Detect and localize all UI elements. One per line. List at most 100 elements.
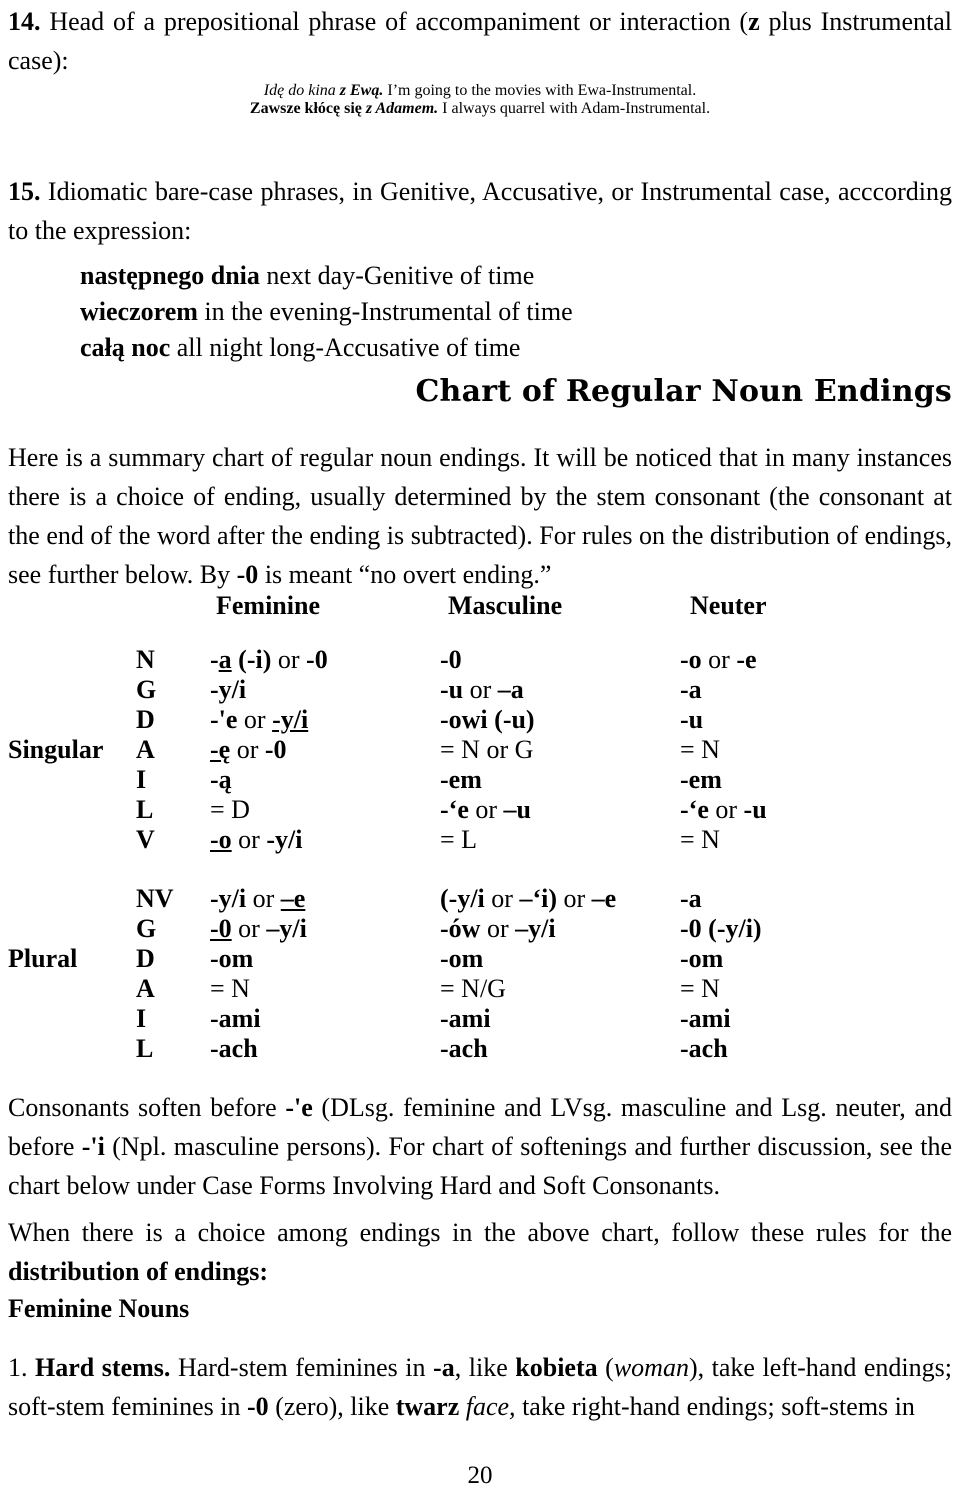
table-row: Plural D -om -om -om <box>8 944 910 974</box>
case-label: NV <box>136 884 174 913</box>
hard-stems-text-1: Hard-stem feminines in <box>170 1353 434 1382</box>
hard-stems-word-kobieta: kobieta <box>515 1353 598 1382</box>
table-row: V -o or -y/i = L = N <box>8 825 910 855</box>
chart-intro-paragraph: Here is a summary chart of regular noun … <box>8 438 952 594</box>
case-label: G <box>136 914 157 943</box>
cell-masculine: = L <box>440 825 478 854</box>
endings-table-singular: N -a (-i) or -0 -0 -o or -e G -y/i -u or… <box>8 645 910 855</box>
number-label-cell <box>8 795 136 825</box>
cell-feminine: -ą <box>210 765 232 794</box>
hard-stems-text-6: take right-hand endings; soft-stems in <box>515 1392 915 1421</box>
soften-text-3: (Npl. masculine persons). For chart of s… <box>8 1132 952 1200</box>
case-label: L <box>136 795 154 824</box>
cell-neuter: -ami <box>680 1004 731 1033</box>
example-polish-plain: Idę do kina <box>263 82 340 99</box>
cell-masculine: -0 <box>440 645 462 674</box>
cell-neuter: -a <box>680 675 702 704</box>
header-spacer <box>10 591 138 621</box>
cell-feminine: -o or -y/i <box>210 825 303 854</box>
case-label: I <box>136 765 147 794</box>
case-label: D <box>136 705 155 734</box>
number-label-cell <box>8 974 136 1004</box>
cell-neuter: -a <box>680 884 702 913</box>
number-label-cell <box>8 765 136 795</box>
hard-stems-gloss-face: face, <box>459 1392 516 1421</box>
case-label: L <box>136 1034 154 1063</box>
number-label-cell <box>8 705 136 735</box>
cell-feminine: -'e or -y/i <box>210 705 309 734</box>
table-row: G -y/i -u or –a -a <box>8 675 910 705</box>
cell-masculine: -ów or –y/i <box>440 914 556 943</box>
example-line: całą noc all night long-Accusative of ti… <box>80 330 960 366</box>
distribution-rules-paragraph: When there is a choice among endings in … <box>8 1213 952 1291</box>
case-label: I <box>136 1004 147 1033</box>
page-number: 20 <box>467 1462 493 1489</box>
cell-masculine: -ach <box>440 1034 488 1063</box>
cell-feminine: -y/i <box>210 675 247 704</box>
item-15-examples: następnego dnia next day-Genitive of tim… <box>80 258 960 366</box>
item-15-number: 15. <box>8 177 41 206</box>
example-gloss: next day-Genitive of time <box>259 261 535 290</box>
hard-stems-paragraph: 1. Hard stems. Hard-stem feminines in -a… <box>8 1348 952 1426</box>
chart-heading: Chart of Regular Noun Endings <box>415 374 952 409</box>
table-row: A = N = N/G = N <box>8 974 910 1004</box>
cell-feminine: -ach <box>210 1034 258 1063</box>
example-polish: całą noc <box>80 333 171 362</box>
cell-masculine: -owi (-u) <box>440 705 535 734</box>
cell-feminine: -0 or –y/i <box>210 914 307 943</box>
choice-text-bold: distribution of endings: <box>8 1257 269 1286</box>
example-line: następnego dnia next day-Genitive of tim… <box>80 258 960 294</box>
cell-feminine: -ami <box>210 1004 261 1033</box>
cell-feminine: -ę or -0 <box>210 735 287 764</box>
example-english: I’m going to the movies with Ewa-Instrum… <box>383 82 697 99</box>
cell-neuter: -o or -e <box>680 645 757 674</box>
cell-feminine: -a (-i) or -0 <box>210 645 328 674</box>
number-label-cell <box>8 914 136 944</box>
singular-group-label: Singular <box>8 735 104 764</box>
cell-masculine: -‘e or –u <box>440 795 531 824</box>
item-14-examples: Idę do kina z Ewą. I’m going to the movi… <box>8 82 952 118</box>
example-line: Idę do kina z Ewą. I’m going to the movi… <box>8 82 952 100</box>
cell-masculine: = N or G <box>440 735 534 764</box>
softening-note-paragraph: Consonants soften before -'e (DLsg. femi… <box>8 1088 952 1205</box>
case-label: A <box>136 735 155 764</box>
cell-masculine: -ami <box>440 1004 491 1033</box>
cell-neuter: -u <box>680 705 704 734</box>
cell-feminine: -om <box>210 944 254 973</box>
cell-neuter: -em <box>680 765 722 794</box>
case-label: D <box>136 944 155 973</box>
cell-neuter: -ach <box>680 1034 728 1063</box>
example-polish: wieczorem <box>80 297 198 326</box>
example-gloss: all night long-Accusative of time <box>170 333 521 362</box>
header-case-spacer <box>140 591 214 621</box>
cell-masculine: (-y/i or –‘i) or –e <box>440 884 617 913</box>
number-label-cell <box>8 675 136 705</box>
example-english: I always quarrel with Adam-Instrumental. <box>438 100 711 117</box>
case-label: N <box>136 645 155 674</box>
hard-stems-ending-a: -a <box>433 1353 455 1382</box>
cell-neuter: -om <box>680 944 724 973</box>
number-label-cell <box>8 825 136 855</box>
endings-table-plural: NV -y/i or –e (-y/i or –‘i) or –e -a G -… <box>8 884 910 1064</box>
cell-neuter: = N <box>680 735 720 764</box>
item-15-text: Idiomatic bare-case phrases, in Genitive… <box>8 177 953 245</box>
cell-feminine: -y/i or –e <box>210 884 306 913</box>
cell-feminine: = D <box>210 795 250 824</box>
hard-stems-word-twarz: twarz <box>395 1392 460 1421</box>
case-label: A <box>136 974 155 1003</box>
table-row: D -'e or -y/i -owi (-u) -u <box>8 705 910 735</box>
column-header-neuter: Neuter <box>690 591 767 620</box>
cell-masculine: -em <box>440 765 482 794</box>
soften-ending-e: -'e <box>285 1093 313 1122</box>
soften-ending-i: -'i <box>81 1132 105 1161</box>
example-polish: następnego dnia <box>80 261 260 290</box>
hard-stems-text-3: ( <box>597 1353 614 1382</box>
cell-neuter: -‘e or -u <box>680 795 767 824</box>
number-label-cell <box>8 645 136 675</box>
table-row: I -ą -em -em <box>8 765 910 795</box>
cell-masculine: -u or –a <box>440 675 524 704</box>
item-14-preposition-z: z <box>748 7 760 36</box>
case-label: G <box>136 675 157 704</box>
table-row: Singular A -ę or -0 = N or G = N <box>8 735 910 765</box>
cell-masculine: -om <box>440 944 484 973</box>
